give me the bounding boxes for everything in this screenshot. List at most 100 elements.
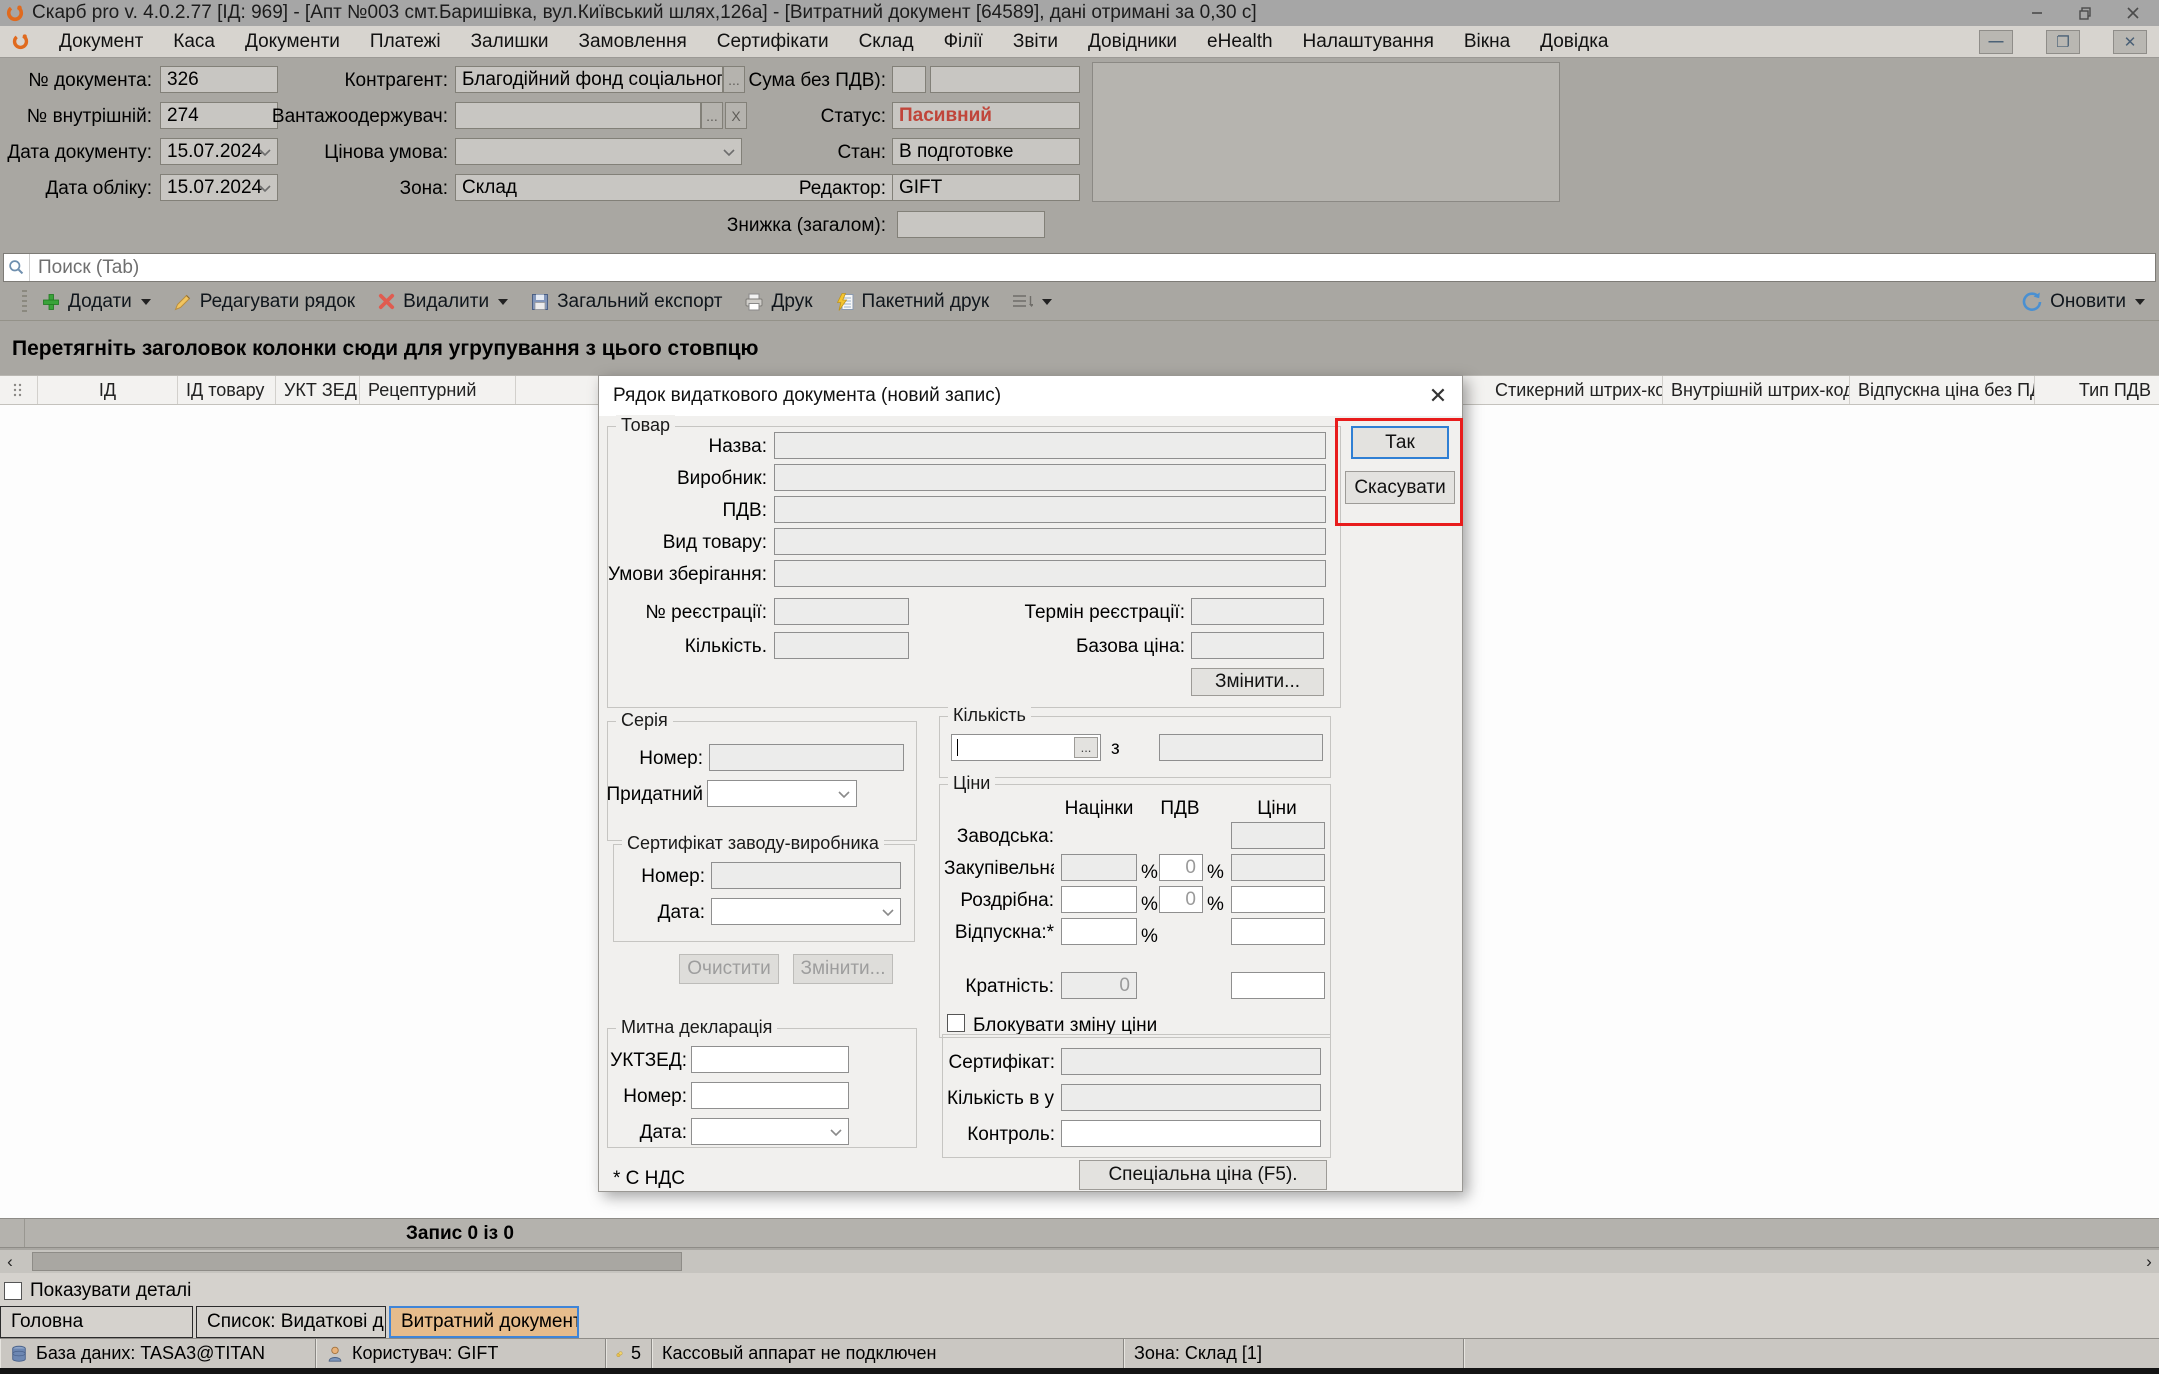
mdi-close-icon[interactable]: ✕ [2113, 30, 2147, 54]
group-by-hint[interactable]: Перетягніть заголовок колонки сюди для у… [0, 322, 2159, 375]
menu-item-settings[interactable]: Налаштування [1303, 31, 1434, 53]
menu-item-reports[interactable]: Звіти [1013, 31, 1058, 53]
series-valid-dropdown[interactable] [707, 780, 857, 807]
mdi-minimize-icon[interactable]: — [1979, 30, 2013, 54]
purchase-price-field[interactable] [1231, 854, 1325, 881]
control-field[interactable] [1061, 1120, 1321, 1147]
menu-item-warehouse[interactable]: Склад [859, 31, 914, 53]
qty-in-pack-field[interactable] [1061, 1084, 1321, 1111]
refresh-button[interactable]: Оновити [2021, 291, 2145, 313]
add-button[interactable]: Додати [41, 291, 151, 313]
column-header-prescription[interactable]: Рецептурний [360, 376, 516, 404]
column-header-vat-type[interactable]: Тип ПДВ [2035, 376, 2159, 404]
product-kind-field[interactable] [774, 528, 1326, 555]
vat-field[interactable] [774, 496, 1326, 523]
column-header-sticker-barcode[interactable]: Стикерний штрих-код [1487, 376, 1663, 404]
menu-item-directories[interactable]: Довідники [1088, 31, 1177, 53]
customs-number-field[interactable] [691, 1082, 849, 1109]
lock-price-checkbox[interactable] [947, 1014, 965, 1032]
purchase-markup-field[interactable] [1061, 854, 1137, 881]
menu-item-windows[interactable]: Вікна [1464, 31, 1510, 53]
restore-icon[interactable] [2065, 3, 2105, 23]
vat-note: * С НДС [613, 1168, 733, 1190]
tab-home[interactable]: Головна [0, 1306, 193, 1338]
retail-price-field[interactable] [1231, 886, 1325, 913]
factory-cert-date-dropdown[interactable] [711, 898, 901, 925]
edit-row-button[interactable]: Редагувати рядок [173, 291, 355, 313]
scroll-left-icon[interactable]: ‹ [0, 1250, 20, 1273]
base-price-field[interactable] [1191, 632, 1324, 659]
menu-item-ehealth[interactable]: eHealth [1207, 31, 1273, 53]
menu-item-help[interactable]: Довідка [1540, 31, 1608, 53]
selling-price-field[interactable] [1231, 918, 1325, 945]
certificate-field[interactable] [1061, 1048, 1321, 1075]
chevron-down-icon[interactable] [838, 783, 850, 805]
print-button[interactable]: Друк [744, 291, 812, 313]
toolbar-grip[interactable] [22, 290, 27, 314]
quantity-total-field[interactable] [1159, 734, 1323, 761]
change-cert-button[interactable]: Змінити... [793, 954, 893, 984]
menu-item-payments[interactable]: Платежі [370, 31, 441, 53]
factory-cert-number-field[interactable] [711, 862, 901, 889]
quantity-pack-field[interactable] [774, 632, 909, 659]
menu-item-document[interactable]: Документ [59, 31, 143, 53]
menu-item-stock[interactable]: Залишки [471, 31, 549, 53]
multiplicity-field[interactable]: 0 [1061, 972, 1137, 999]
customs-date-dropdown[interactable] [691, 1118, 849, 1145]
layout-list-button[interactable] [1011, 293, 1052, 311]
menu-item-documents[interactable]: Документи [245, 31, 340, 53]
list-dropdown-caret [1042, 299, 1052, 305]
close-icon[interactable] [2113, 3, 2153, 23]
batch-print-button[interactable]: Пакетний друк [835, 291, 990, 313]
column-header-product-id[interactable]: ІД товару [178, 376, 276, 404]
status-count: 5 [606, 1339, 652, 1368]
column-header-ukt-zed[interactable]: УКТ ЗЕД [276, 376, 360, 404]
export-all-button[interactable]: Загальний експорт [530, 291, 722, 313]
name-field[interactable] [774, 432, 1326, 459]
scrollbar-thumb[interactable] [32, 1252, 682, 1271]
sum-no-vat-small-field[interactable] [892, 66, 926, 93]
show-details-checkbox[interactable] [4, 1282, 22, 1300]
chevron-down-icon[interactable] [830, 1121, 842, 1143]
tab-outgoing-document[interactable]: Витратний документ .. [389, 1306, 579, 1338]
special-price-button[interactable]: Спеціальна ціна (F5). [1079, 1160, 1327, 1190]
quantity-input[interactable]: ... [951, 734, 1101, 761]
quantity-browse-button[interactable]: ... [1074, 737, 1098, 758]
row-selector-column-header[interactable] [0, 376, 38, 404]
discount-field[interactable] [897, 211, 1045, 238]
factory-price-field[interactable] [1231, 822, 1325, 849]
menu-item-kasa[interactable]: Каса [173, 31, 215, 53]
retail-markup-field[interactable] [1061, 886, 1137, 913]
mdi-restore-icon[interactable]: ❐ [2046, 30, 2080, 54]
tab-outgoing-list[interactable]: Список: Видаткові д ... [196, 1306, 386, 1338]
uktzed-field[interactable] [691, 1046, 849, 1073]
reg-term-field[interactable] [1191, 598, 1324, 625]
purchase-vat-field[interactable]: 0 [1159, 854, 1203, 881]
column-header-id[interactable]: ІД [38, 376, 178, 404]
menu-item-certificates[interactable]: Сертифікати [717, 31, 829, 53]
dialog-title-bar[interactable]: Рядок видаткового документа (новий запис… [599, 376, 1462, 416]
minimize-icon[interactable] [2017, 3, 2057, 23]
manufacturer-field[interactable] [774, 464, 1326, 491]
column-header-internal-barcode[interactable]: Внутрішній штрих-код [1663, 376, 1850, 404]
horizontal-scrollbar[interactable]: ‹ › [0, 1250, 2159, 1273]
delete-button[interactable]: Видалити [377, 291, 508, 313]
menu-item-branches[interactable]: Філії [944, 31, 983, 53]
reg-number-field[interactable] [774, 598, 909, 625]
scroll-right-icon[interactable]: › [2139, 1250, 2159, 1273]
search-input[interactable] [30, 254, 2155, 281]
storage-field[interactable] [774, 560, 1326, 587]
retail-vat-field[interactable]: 0 [1159, 886, 1203, 913]
clear-cert-button[interactable]: Очистити [679, 954, 779, 984]
grid-toolbar: Додати Редагувати рядок Видалити Загальн… [0, 283, 2159, 321]
dialog-close-icon[interactable]: ✕ [1424, 382, 1452, 410]
multiplicity-price-field[interactable] [1231, 972, 1325, 999]
change-product-button[interactable]: Змінити... [1191, 668, 1324, 696]
sum-no-vat-field[interactable] [930, 66, 1080, 93]
chevron-down-icon[interactable] [882, 901, 894, 923]
series-number-field[interactable] [709, 744, 904, 771]
menu-item-orders[interactable]: Замовлення [579, 31, 687, 53]
selling-markup-field[interactable] [1061, 918, 1137, 945]
column-header-selling-price-no-vat[interactable]: Відпускна ціна без ПДВ [1850, 376, 2035, 404]
notes-panel[interactable] [1092, 62, 1560, 202]
